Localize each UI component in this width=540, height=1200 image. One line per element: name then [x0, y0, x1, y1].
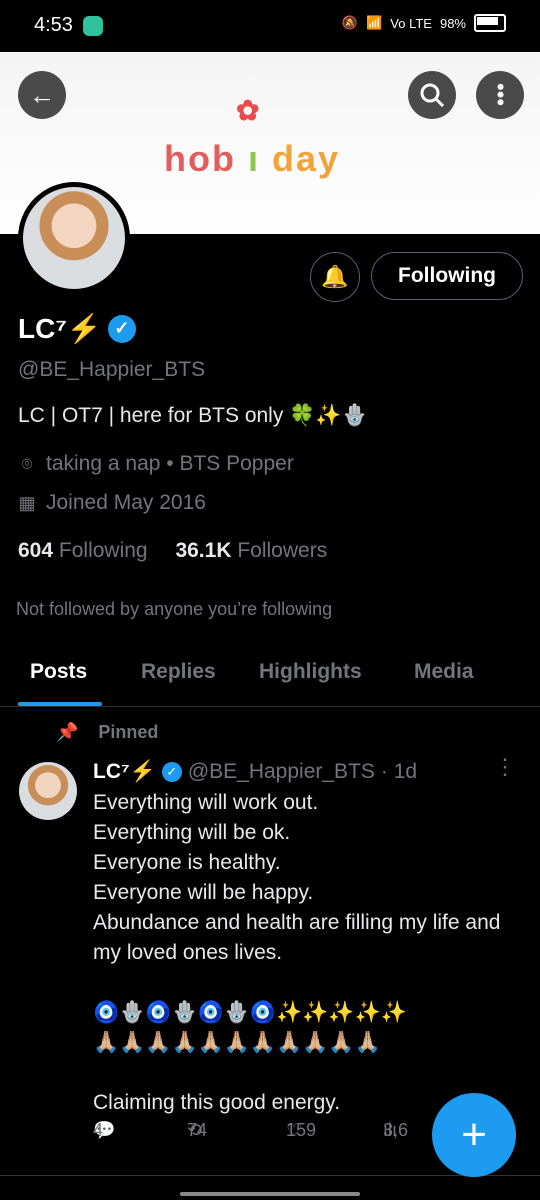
post-author[interactable]: LC⁷⚡ — [93, 760, 156, 784]
tab-posts[interactable]: Posts — [30, 660, 87, 684]
post-handle[interactable]: @BE_Happier_BTS — [188, 760, 375, 784]
battery-icon — [474, 14, 506, 32]
reply-count: 4 — [93, 1119, 104, 1140]
profile-joined: ▦ Joined May 2016 — [18, 491, 206, 515]
following-count: 604 — [18, 539, 54, 562]
banner-text-1: hob — [164, 138, 236, 179]
more-vertical-icon: ⋮ — [494, 754, 516, 779]
status-icons: 🔕 📶 Vo LTE 98% — [342, 14, 506, 32]
bell-icon: 🔔 — [321, 264, 349, 289]
flower-icon: ✿ — [236, 95, 262, 126]
tab-replies[interactable]: Replies — [141, 660, 216, 684]
follow-stats: 604 Following 36.1K Followers — [18, 539, 327, 563]
post-avatar[interactable] — [19, 762, 77, 820]
profile-name-row: LC⁷⚡ ✓ — [18, 312, 136, 345]
not-followed-text[interactable]: Not followed by anyone you’re following — [16, 599, 332, 620]
joined-text: Joined May 2016 — [46, 491, 206, 514]
repost-count: 74 — [187, 1119, 208, 1140]
like-count: 159 — [286, 1119, 317, 1140]
plus-icon: + — [461, 1110, 487, 1159]
followers-count: 36.1K — [175, 539, 232, 562]
compose-post-button[interactable]: + — [432, 1093, 516, 1177]
post-text: Everything will work out. Everything wil… — [93, 791, 501, 1114]
pinned-label-row: 📌 Pinned — [56, 722, 158, 743]
profile-location: ⌾ taking a nap • BTS Popper — [18, 452, 294, 476]
post-time: · 1d — [380, 760, 418, 783]
avatar-image — [23, 187, 125, 289]
more-vertical-icon: ••• — [488, 83, 513, 107]
profile-avatar[interactable] — [18, 182, 130, 294]
tab-media[interactable]: Media — [414, 660, 474, 684]
profile-bio: LC | OT7 | here for BTS only 🍀✨🪬 — [18, 404, 368, 427]
post-header: LC⁷⚡ ✓ @BE_Happier_BTS · 1d — [93, 760, 417, 784]
mute-icon: 🔕 — [341, 15, 359, 30]
more-options-button[interactable]: ••• — [476, 71, 524, 119]
search-button[interactable] — [408, 71, 456, 119]
status-bar: 4:53 🔕 📶 Vo LTE 98% — [0, 0, 540, 52]
active-tab-indicator — [18, 702, 102, 706]
profile-name: LC⁷⚡ — [18, 313, 102, 344]
view-count: 3,6 — [383, 1119, 409, 1140]
gesture-nav-bar[interactable] — [180, 1192, 360, 1196]
wifi-icon: 📶 — [366, 15, 383, 30]
following-label: Following — [58, 539, 148, 562]
post-divider — [0, 1175, 540, 1176]
location-text: taking a nap • BTS Popper — [46, 452, 294, 475]
battery-percent: 98% — [439, 15, 466, 31]
search-icon — [420, 83, 445, 108]
verified-badge-icon: ✓ — [161, 762, 182, 782]
location-pin-icon: ⌾ — [21, 453, 33, 474]
tab-highlights[interactable]: Highlights — [259, 660, 362, 684]
banner-art: ✿ hob ı day — [164, 95, 341, 179]
post-more-button[interactable]: ⋮ — [494, 756, 516, 778]
followers-stat[interactable]: 36.1K Followers — [175, 539, 327, 562]
network-label: Vo LTE — [390, 15, 432, 31]
followers-label: Followers — [237, 539, 328, 562]
status-time: 4:53 — [34, 14, 73, 36]
pinned-label: Pinned — [98, 722, 159, 742]
banner-text-2: day — [272, 138, 341, 179]
notifications-button[interactable]: 🔔 — [310, 252, 360, 302]
arrow-left-icon: ← — [29, 79, 55, 110]
calendar-icon: ▦ — [18, 492, 36, 513]
following-stat[interactable]: 604 Following — [18, 539, 148, 562]
back-button[interactable]: ← — [18, 71, 66, 119]
verified-badge-icon[interactable]: ✓ — [107, 314, 136, 343]
following-button[interactable]: Following — [371, 252, 523, 300]
pin-icon: 📌 — [56, 722, 79, 742]
profile-handle: @BE_Happier_BTS — [18, 358, 206, 381]
notification-app-icon — [83, 16, 103, 36]
profile-tabs: Posts Replies Highlights Media — [0, 640, 540, 707]
